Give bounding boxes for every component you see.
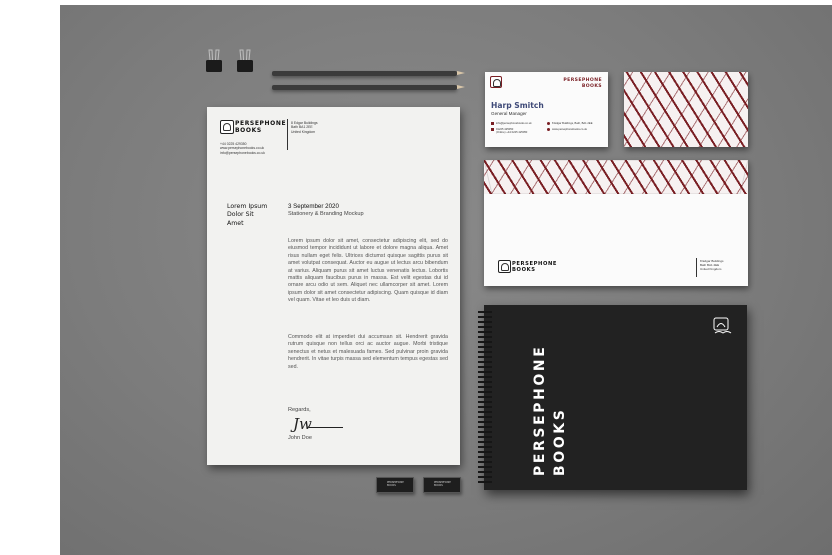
letterhead-brand-line2: BOOKS — [235, 127, 262, 134]
envelope-divider — [696, 258, 697, 277]
signature-underline — [309, 427, 343, 428]
persephone-logo-icon — [220, 120, 234, 134]
notebook-spiral-binding — [478, 311, 492, 483]
notebook-title: PERSEPHONE BOOKS — [530, 345, 570, 476]
letterhead-sheet: PERSEPHONE BOOKS 8 Edgar Buildings Bath … — [207, 107, 460, 465]
letterhead-subject: Stationery & Branding Mockup — [288, 211, 364, 217]
eraser-label: PERSEPHONE BOOKS — [387, 481, 404, 487]
card-brand-line2: BOOKS — [581, 84, 602, 89]
binder-clip — [205, 49, 223, 73]
letterhead-date: 3 September 2020 — [288, 203, 339, 210]
card-person-name: Harp Smitch — [491, 101, 544, 110]
business-card-back — [624, 72, 748, 147]
letterhead-paragraph-1: Lorem ipsum dolor sit amet, consectetur … — [288, 238, 448, 304]
card-phone: 01225 425050 (Online) +44 0225 425050 — [496, 128, 528, 135]
card-website: www.persephonebooks.co.uk — [552, 128, 587, 131]
pencil — [272, 85, 465, 90]
envelope-address: 8 Edgar Buildings Bath BA1 2EE United Ki… — [700, 259, 724, 271]
letterhead-regards: Regards, — [288, 407, 311, 413]
binder-clip — [236, 49, 254, 73]
letterhead-signer: John Doe — [288, 435, 312, 441]
card-phone-icon — [491, 128, 494, 131]
envelope-brand-line2: BOOKS — [512, 267, 536, 273]
card-brand-line1: PERSEPHONE — [563, 78, 602, 83]
eraser-label: PERSEPHONE BOOKS — [434, 481, 451, 487]
persephone-logo-icon — [713, 317, 732, 334]
letterhead-brand-line1: PERSEPHONE — [235, 120, 287, 127]
business-card-front: PERSEPHONE BOOKS Harp Smitch General Man… — [485, 72, 608, 147]
letterhead-contact: +44 0225 429350 www.persephonebooks.co.u… — [220, 142, 265, 155]
eraser: PERSEPHONE BOOKS — [423, 477, 461, 493]
letterhead-paragraph-2: Commodo elit at imperdiet dui accumsan s… — [288, 334, 448, 370]
persephone-logo-icon — [498, 260, 511, 273]
notebook-title-line1: PERSEPHONE — [532, 344, 548, 476]
spiral-notebook: PERSEPHONE BOOKS — [478, 305, 747, 490]
card-address-icon — [547, 122, 550, 125]
letterhead-divider — [287, 119, 288, 150]
pencil — [272, 71, 465, 76]
letterhead-signature: Jw — [293, 415, 312, 433]
letterhead-side-heading: Lorem Ipsum Dolor Sit Amet — [227, 203, 268, 227]
card-person-title: General Manager — [491, 111, 527, 116]
persephone-logo-icon — [490, 76, 502, 88]
card-address: 8 Edgar Buildings, Bath, BA1 2EE — [552, 122, 593, 125]
card-email-icon — [491, 122, 494, 125]
eraser: PERSEPHONE BOOKS — [376, 477, 414, 493]
letterhead-address: 8 Edgar Buildings Bath BA1 2EE United Ki… — [291, 121, 318, 134]
binder-clip-icon — [237, 49, 253, 72]
card-web-icon — [547, 128, 550, 131]
envelope-flap-shadow — [484, 160, 748, 194]
notebook-title-line2: BOOKS — [552, 407, 568, 476]
binder-clip-icon — [206, 49, 222, 72]
envelope: PERSEPHONE BOOKS 8 Edgar Buildings Bath … — [484, 160, 748, 286]
card-email: info@persephonebooks.co.uk — [496, 122, 532, 125]
